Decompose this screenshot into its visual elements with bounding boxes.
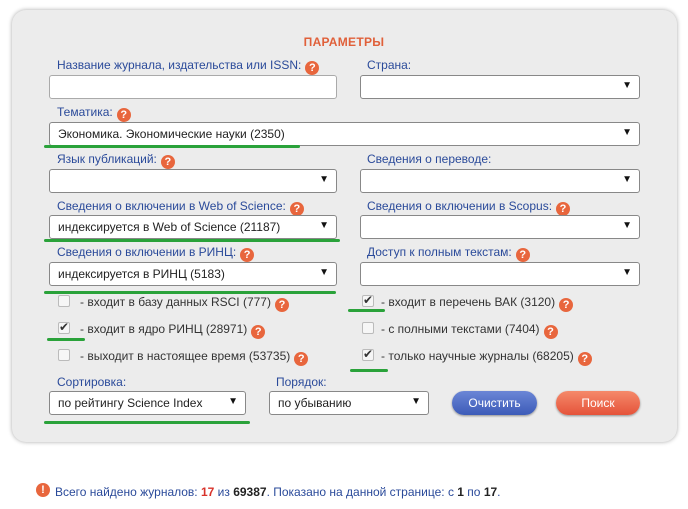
checkbox-current-label: - выходит в настоящее время (53735)? [80, 349, 309, 366]
checkbox-vak-label: - входит в перечень ВАК (3120)? [381, 295, 574, 312]
search-button[interactable]: Поиск [556, 391, 640, 415]
help-icon[interactable]: ? [116, 108, 131, 122]
help-icon[interactable]: ? [305, 61, 320, 75]
chevron-down-icon: ▼ [622, 174, 632, 185]
checkbox-rsci-label: - входит в базу данных RSCI (777)? [80, 295, 289, 312]
topic-select[interactable]: Экономика. Экономические науки (2350) ▼ [49, 122, 640, 146]
chevron-down-icon: ▼ [622, 220, 632, 231]
wos-select[interactable]: индексируется в Web of Science (21187) ▼ [49, 215, 337, 239]
chevron-down-icon: ▼ [228, 396, 238, 407]
results-summary: Всего найдено журналов: 17 из 69387. Пок… [55, 485, 501, 499]
checkbox-fulltext-label: - с полными текстами (7404)? [381, 322, 558, 339]
wos-label: Сведения о включении в Web of Science:? [57, 199, 304, 216]
sort-select[interactable]: по рейтингу Science Index ▼ [49, 391, 246, 415]
checkbox-current[interactable]: ✔ [58, 349, 70, 361]
chevron-down-icon: ▼ [319, 220, 329, 231]
info-icon: ! [36, 483, 50, 497]
checkbox-rsci[interactable]: ✔ [58, 295, 70, 307]
highlight-underline [44, 291, 336, 294]
check-icon: ✔ [363, 347, 374, 361]
scopus-label: Сведения о включении в Scopus:? [367, 199, 571, 216]
order-label: Порядок: [276, 375, 327, 389]
help-icon[interactable]: ? [294, 352, 309, 366]
translation-label: Сведения о переводе: [367, 152, 492, 166]
rinc-label: Сведения о включении в РИНЦ:? [57, 245, 255, 262]
chevron-down-icon: ▼ [411, 396, 421, 407]
checkbox-fulltext[interactable]: ✔ [362, 322, 374, 334]
help-icon[interactable]: ? [515, 248, 530, 262]
country-label: Страна: [367, 58, 412, 72]
help-icon[interactable]: ? [251, 325, 266, 339]
help-icon[interactable]: ? [160, 155, 175, 169]
translation-select[interactable]: ▼ [360, 169, 640, 193]
help-icon[interactable]: ? [289, 202, 304, 216]
clear-button[interactable]: Очистить [452, 391, 537, 415]
journal-input[interactable] [49, 75, 337, 99]
highlight-underline [44, 239, 340, 242]
help-icon[interactable]: ? [543, 325, 558, 339]
chevron-down-icon: ▼ [319, 267, 329, 278]
chevron-down-icon: ▼ [319, 174, 329, 185]
journal-label: Название журнала, издательства или ISSN:… [57, 58, 320, 75]
highlight-underline [47, 338, 85, 341]
checkbox-rinc-core[interactable]: ✔ [58, 320, 70, 334]
topic-label: Тематика:? [57, 105, 131, 122]
help-icon[interactable]: ? [240, 248, 255, 262]
scopus-select[interactable]: ▼ [360, 215, 640, 239]
help-icon[interactable]: ? [274, 298, 289, 312]
chevron-down-icon: ▼ [622, 80, 632, 91]
help-icon[interactable]: ? [559, 298, 574, 312]
help-icon[interactable]: ? [577, 352, 592, 366]
panel-title: ПАРАМЕТРЫ [303, 35, 385, 49]
chevron-down-icon: ▼ [622, 127, 632, 138]
check-icon: ✔ [363, 293, 374, 307]
language-label: Язык публикаций:? [57, 152, 175, 169]
country-select[interactable]: ▼ [360, 75, 640, 99]
highlight-underline [350, 369, 388, 372]
highlight-underline [44, 421, 250, 424]
sort-label: Сортировка: [57, 375, 127, 389]
rinc-select[interactable]: индексируется в РИНЦ (5183) ▼ [49, 262, 337, 286]
chevron-down-icon: ▼ [622, 267, 632, 278]
checkbox-scientific[interactable]: ✔ [362, 347, 374, 361]
highlight-underline [44, 145, 300, 148]
checkbox-vak[interactable]: ✔ [362, 293, 374, 307]
order-select[interactable]: по убыванию ▼ [269, 391, 429, 415]
fulltext-select[interactable]: ▼ [360, 262, 640, 286]
checkbox-scientific-label: - только научные журналы (68205)? [381, 349, 592, 366]
highlight-underline [348, 309, 385, 312]
help-icon[interactable]: ? [556, 202, 571, 216]
fulltext-label: Доступ к полным текстам:? [367, 245, 530, 262]
language-select[interactable]: ▼ [49, 169, 337, 193]
check-icon: ✔ [59, 320, 70, 334]
checkbox-rinc-core-label: - входит в ядро РИНЦ (28971)? [80, 322, 266, 339]
